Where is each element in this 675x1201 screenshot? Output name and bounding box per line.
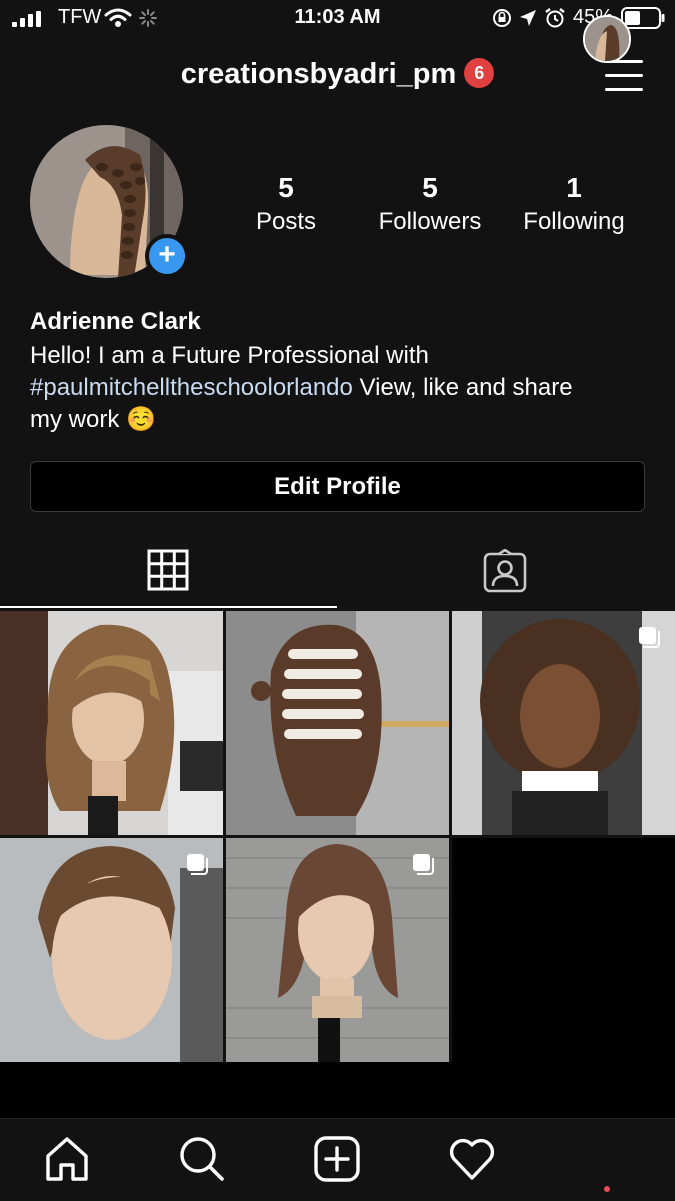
bio-line: Hello! I am a Future Professional with: [30, 342, 429, 369]
alarm-icon: [545, 8, 565, 28]
post-thumbnail[interactable]: [0, 838, 223, 1062]
posts-grid: [0, 611, 675, 1063]
profile-avatar-thumbnail: [585, 17, 629, 61]
perm-rods-photo: [226, 611, 449, 835]
nav-home[interactable]: [42, 1134, 92, 1184]
tagged-icon: [483, 549, 527, 593]
add-story-button[interactable]: +: [145, 234, 189, 278]
grid-footer-space: [0, 1062, 675, 1118]
nav-new-post[interactable]: [312, 1134, 362, 1184]
post-thumbnail[interactable]: [452, 611, 675, 835]
multiple-photos-icon: [639, 627, 660, 648]
multiple-photos-icon: [187, 854, 208, 875]
notification-badge[interactable]: 6: [464, 58, 495, 89]
activity-heart-icon: [449, 1138, 495, 1180]
posts-count[interactable]: 5 Posts: [216, 172, 356, 236]
nav-activity[interactable]: [447, 1134, 497, 1184]
edit-profile-button[interactable]: Edit Profile: [30, 461, 645, 512]
bio: Hello! I am a Future Professional with #…: [30, 340, 650, 436]
bio-line: my work ☺️: [30, 406, 156, 433]
menu-button[interactable]: [605, 60, 643, 92]
bio-line: View, like and share: [352, 374, 573, 401]
tab-grid[interactable]: [0, 540, 337, 608]
home-icon: [46, 1137, 88, 1181]
nav-profile-avatar[interactable]: [583, 15, 631, 63]
grid-icon: [147, 549, 189, 591]
active-tab-indicator: [0, 606, 337, 608]
post-thumbnail[interactable]: [226, 838, 449, 1062]
location-arrow-icon: [520, 10, 536, 26]
empty-grid-cell: [452, 838, 675, 1062]
tab-tagged[interactable]: [338, 540, 675, 608]
multiple-photos-icon: [413, 854, 434, 875]
bio-hashtag-link[interactable]: #paulmitchelltheschoolorlando: [30, 374, 353, 401]
profile-notification-dot: [604, 1186, 610, 1192]
search-icon: [180, 1137, 224, 1181]
status-bar: TFW 11:03 AM 45%: [0, 0, 675, 36]
following-count[interactable]: 1 Following: [504, 172, 644, 236]
post-thumbnail[interactable]: [0, 611, 223, 835]
bottom-nav: [0, 1118, 675, 1201]
orientation-lock-icon: [493, 9, 511, 27]
username-title[interactable]: creationsbyadri_pm: [181, 58, 457, 90]
post-thumbnail[interactable]: [226, 611, 449, 835]
followers-count[interactable]: 5 Followers: [360, 172, 500, 236]
profile-header: creationsbyadri_pm 6: [0, 58, 675, 91]
full-name: Adrienne Clark: [30, 308, 201, 335]
nav-search[interactable]: [177, 1134, 227, 1184]
mannequin-bangs-photo: [0, 611, 223, 835]
new-post-icon: [314, 1136, 360, 1182]
